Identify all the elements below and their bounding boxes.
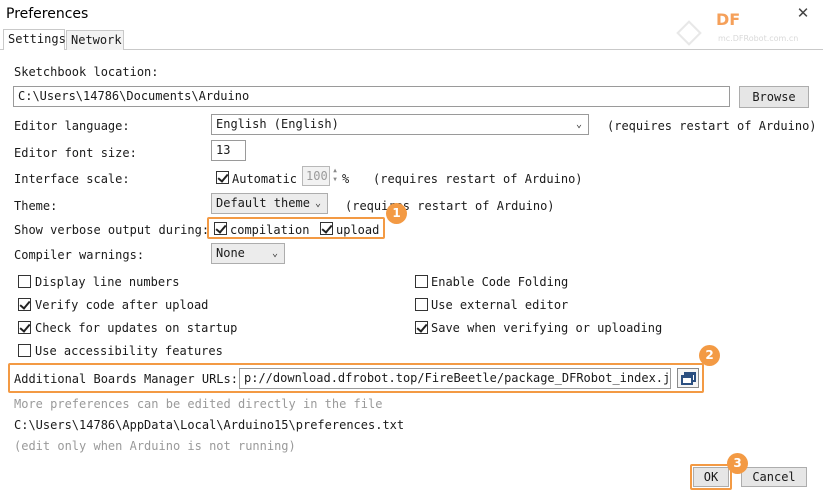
chevron-down-icon: ⌄ xyxy=(314,198,321,209)
verify-upload-checkbox[interactable] xyxy=(18,298,31,311)
interface-scale-label: Interface scale: xyxy=(14,172,130,186)
accessibility-checkbox[interactable] xyxy=(18,344,31,357)
boards-urls-input[interactable]: p://download.dfrobot.top/FireBeetle/pack… xyxy=(239,368,671,389)
editor-language-note: (requires restart of Arduino) xyxy=(607,119,817,133)
cancel-button[interactable]: Cancel xyxy=(741,467,807,487)
interface-scale-unit: % xyxy=(342,172,350,186)
save-verifying-label: Save when verifying or uploading xyxy=(431,321,663,335)
external-editor-label: Use external editor xyxy=(431,298,569,312)
step-badge-3: 3 xyxy=(727,453,748,474)
tab-bar: Settings Network xyxy=(0,28,823,50)
editor-language-label: Editor language: xyxy=(14,119,130,133)
tab-network[interactable]: Network xyxy=(66,30,124,50)
verify-upload-label: Verify code after upload xyxy=(35,298,209,312)
code-folding-label: Enable Code Folding xyxy=(431,275,569,289)
boards-urls-label: Additional Boards Manager URLs: xyxy=(14,372,238,386)
window-title: Preferences xyxy=(6,6,89,22)
font-size-input[interactable]: 13 xyxy=(211,140,246,161)
spinner-arrows-icon[interactable]: ▲ ▼ xyxy=(330,166,340,186)
settings-panel: Sketchbook location: C:\Users\14786\Docu… xyxy=(2,50,821,490)
editor-language-select[interactable]: English (English) ⌄ xyxy=(211,114,589,135)
interface-scale-input[interactable]: 100 xyxy=(302,166,330,186)
step-badge-1: 1 xyxy=(386,203,407,224)
chevron-down-icon: ⌄ xyxy=(271,248,278,259)
chevron-down-icon: ⌄ xyxy=(575,119,582,130)
edit-only-note: (edit only when Arduino is not running) xyxy=(14,439,296,453)
close-icon[interactable]: ✕ xyxy=(794,4,812,22)
compilation-label: compilation xyxy=(230,223,310,237)
ok-button[interactable]: OK xyxy=(693,467,729,487)
theme-note: (requires restart of Arduino) xyxy=(345,199,555,213)
sketchbook-input[interactable]: C:\Users\14786\Documents\Arduino xyxy=(13,86,730,107)
code-folding-checkbox[interactable] xyxy=(415,275,428,288)
upload-label: upload xyxy=(336,223,380,237)
editor-language-value: English (English) xyxy=(216,117,339,131)
automatic-checkbox[interactable] xyxy=(216,171,229,184)
verbose-label: Show verbose output during: xyxy=(14,223,210,237)
display-line-numbers-label: Display line numbers xyxy=(35,275,180,289)
font-size-label: Editor font size: xyxy=(14,146,137,160)
more-prefs-note: More preferences can be edited directly … xyxy=(14,397,383,411)
tab-settings[interactable]: Settings xyxy=(3,29,66,50)
sketchbook-label: Sketchbook location: xyxy=(14,65,159,79)
theme-select[interactable]: Default theme ⌄ xyxy=(211,193,328,214)
check-updates-label: Check for updates on startup xyxy=(35,321,238,335)
compiler-warnings-label: Compiler warnings: xyxy=(14,248,145,262)
accessibility-label: Use accessibility features xyxy=(35,344,223,358)
step-badge-2: 2 xyxy=(699,345,720,366)
save-verifying-checkbox[interactable] xyxy=(415,321,428,334)
preferences-path: C:\Users\14786\AppData\Local\Arduino15\p… xyxy=(14,418,405,432)
browse-button[interactable]: Browse xyxy=(739,86,809,108)
edit-urls-button[interactable] xyxy=(677,368,699,388)
compiler-warnings-select[interactable]: None ⌄ xyxy=(211,243,285,264)
automatic-label: Automatic xyxy=(232,172,298,186)
theme-value: Default theme xyxy=(216,196,310,210)
theme-label: Theme: xyxy=(14,199,58,213)
compiler-warnings-value: None xyxy=(216,246,245,260)
window-icon xyxy=(681,375,693,385)
watermark-logo: DF xyxy=(716,10,741,29)
interface-scale-note: (requires restart of Arduino) xyxy=(373,172,583,186)
check-updates-checkbox[interactable] xyxy=(18,321,31,334)
external-editor-checkbox[interactable] xyxy=(415,298,428,311)
compilation-checkbox[interactable] xyxy=(214,222,227,235)
upload-checkbox[interactable] xyxy=(320,222,333,235)
display-line-numbers-checkbox[interactable] xyxy=(18,275,31,288)
